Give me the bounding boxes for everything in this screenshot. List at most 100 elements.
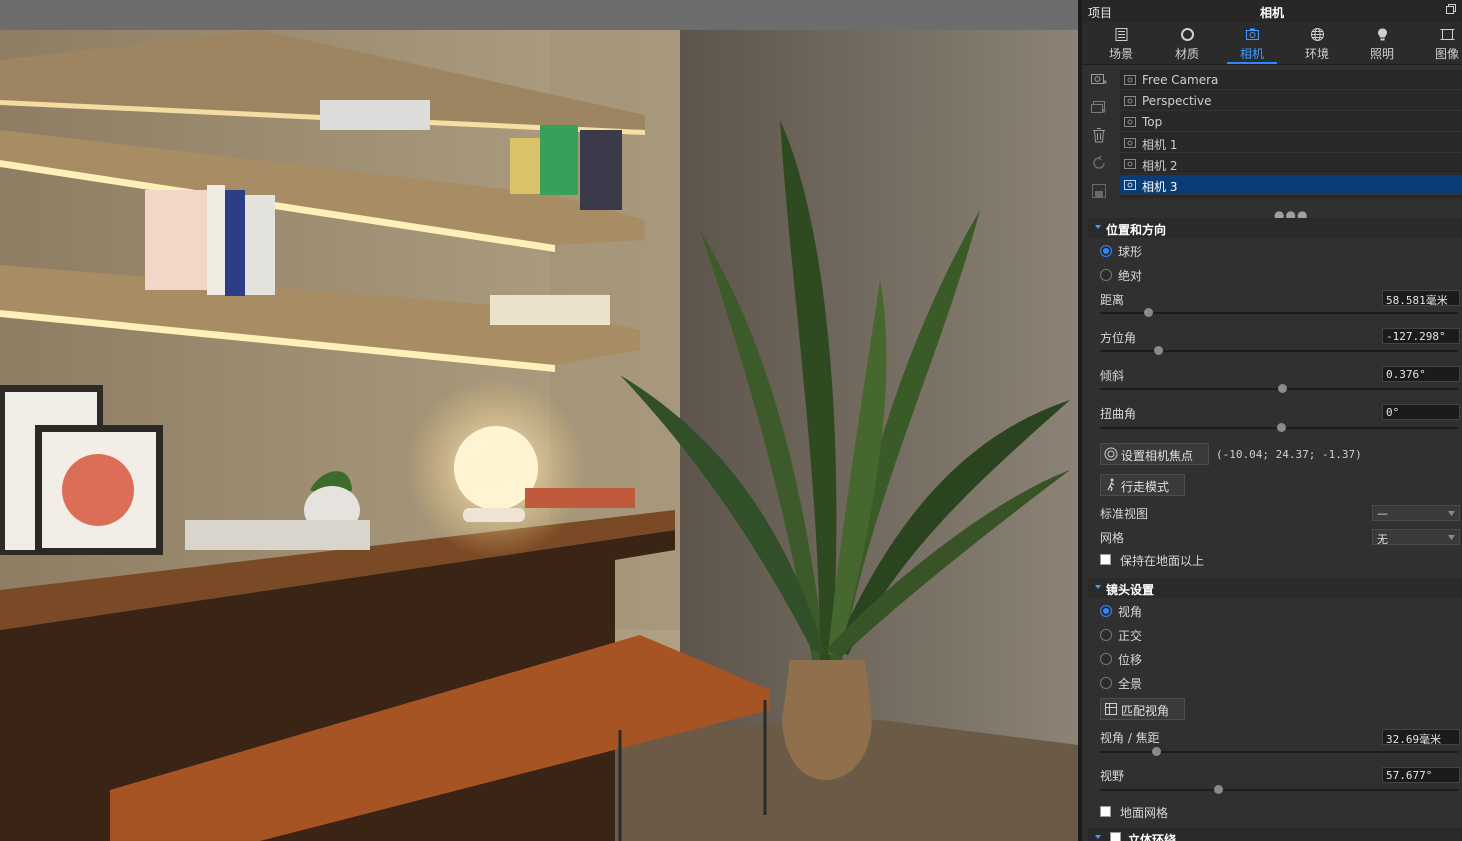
book-pink bbox=[145, 190, 207, 290]
distance-input[interactable]: 58.581毫米 bbox=[1382, 290, 1460, 306]
radio-spherical-label: 球形 bbox=[1118, 245, 1143, 259]
twist-input[interactable]: 0° bbox=[1382, 404, 1460, 420]
camera-item-free[interactable]: Free Camera bbox=[1120, 70, 1462, 90]
standard-view-label: 标准视图 bbox=[1100, 507, 1149, 521]
tilt-slider[interactable] bbox=[1100, 384, 1458, 394]
duplicate-camera-icon[interactable] bbox=[1090, 98, 1108, 116]
radio-dot bbox=[1100, 269, 1112, 281]
stereo-checkbox[interactable] bbox=[1110, 832, 1121, 841]
add-camera-icon[interactable] bbox=[1090, 70, 1108, 88]
field-of-view-slider[interactable] bbox=[1100, 785, 1458, 795]
book-stack-lower bbox=[490, 295, 610, 325]
camera-item-2[interactable]: 相机 2 bbox=[1120, 154, 1462, 174]
radio-panorama-label: 全景 bbox=[1118, 677, 1143, 691]
checkbox-box bbox=[1100, 806, 1111, 817]
checkbox-box bbox=[1100, 554, 1111, 565]
restore-window-icon[interactable] bbox=[1446, 4, 1456, 14]
chevron-down-icon bbox=[1095, 835, 1101, 839]
twist-label: 扭曲角 bbox=[1100, 407, 1137, 421]
desk-book-red bbox=[525, 488, 635, 508]
section-stereo-header[interactable]: 立体环绕 bbox=[1088, 828, 1462, 841]
chevron-down-icon bbox=[1095, 585, 1101, 589]
panel-tabs: 场景 材质 相机 环境 照明 图像 bbox=[1082, 22, 1462, 65]
walk-mode-button[interactable]: 行走模式 bbox=[1100, 474, 1185, 496]
book-stack-top bbox=[320, 100, 430, 130]
camera-list: Free Camera Perspective Top 相机 1 相机 2 相机… bbox=[1120, 70, 1462, 198]
walk-icon bbox=[1107, 478, 1115, 492]
tab-image[interactable]: 图像 bbox=[1416, 22, 1462, 64]
tab-camera-label: 相机 bbox=[1239, 47, 1264, 61]
slider-thumb[interactable] bbox=[1154, 346, 1163, 355]
save-camera-icon[interactable] bbox=[1090, 182, 1108, 200]
camera-item-3[interactable]: 相机 3 bbox=[1120, 175, 1462, 195]
tab-material-label: 材质 bbox=[1174, 47, 1199, 61]
camera-item-icon bbox=[1124, 159, 1136, 169]
twist-slider[interactable] bbox=[1100, 423, 1458, 433]
camera-item-label: Perspective bbox=[1142, 94, 1212, 108]
camera-item-icon bbox=[1124, 117, 1136, 127]
tab-environment-label: 环境 bbox=[1304, 47, 1329, 61]
tilt-input[interactable]: 0.376° bbox=[1382, 366, 1460, 382]
focal-length-input[interactable]: 32.69毫米 bbox=[1382, 729, 1460, 745]
focus-coordinates: (-10.04; 24.37; -1.37) bbox=[1216, 448, 1362, 461]
image-icon bbox=[1440, 29, 1455, 40]
tab-lighting[interactable]: 照明 bbox=[1351, 22, 1413, 64]
app-window: 项目 相机 场景 材质 相机 环境 照明 图像 Free Camera Pers… bbox=[0, 0, 1462, 841]
radio-dot bbox=[1100, 653, 1112, 665]
slider-thumb[interactable] bbox=[1144, 308, 1153, 317]
tab-lighting-label: 照明 bbox=[1369, 47, 1394, 61]
focal-length-slider[interactable] bbox=[1100, 747, 1458, 757]
focal-length-label: 视角 / 焦距 bbox=[1100, 731, 1160, 745]
coral-art bbox=[62, 454, 134, 526]
azimuth-label: 方位角 bbox=[1100, 331, 1137, 345]
distance-slider[interactable] bbox=[1100, 308, 1458, 318]
rendered-scene[interactable] bbox=[0, 30, 1078, 841]
grid-value: 无 bbox=[1377, 533, 1388, 546]
grid-label: 网格 bbox=[1100, 531, 1125, 545]
match-perspective-button[interactable]: 匹配视角 bbox=[1100, 698, 1185, 720]
book-blue bbox=[225, 190, 245, 296]
reset-camera-icon[interactable] bbox=[1090, 154, 1108, 172]
camera-item-perspective[interactable]: Perspective bbox=[1120, 91, 1462, 111]
camera-item-icon bbox=[1124, 96, 1136, 106]
keep-above-ground-label: 保持在地面以上 bbox=[1120, 554, 1205, 568]
slider-thumb[interactable] bbox=[1278, 384, 1287, 393]
slider-thumb[interactable] bbox=[1277, 423, 1286, 432]
section-lens-header[interactable]: 镜头设置 bbox=[1088, 578, 1462, 598]
camera-item-label: 相机 1 bbox=[1142, 138, 1178, 152]
chevron-down-icon bbox=[1448, 511, 1455, 516]
radio-dot bbox=[1100, 245, 1112, 257]
tab-camera[interactable]: 相机 bbox=[1221, 22, 1283, 64]
set-camera-focus-label: 设置相机焦点 bbox=[1121, 449, 1194, 463]
distance-label: 距离 bbox=[1100, 293, 1125, 307]
tab-material[interactable]: 材质 bbox=[1156, 22, 1218, 64]
tab-scene-label: 场景 bbox=[1108, 47, 1133, 61]
section-position-title: 位置和方向 bbox=[1106, 223, 1167, 237]
field-of-view-label: 视野 bbox=[1100, 769, 1125, 783]
camera-item-top[interactable]: Top bbox=[1120, 112, 1462, 132]
book-grey bbox=[245, 195, 275, 295]
slider-thumb[interactable] bbox=[1214, 785, 1223, 794]
grid-dropdown[interactable]: 无 bbox=[1372, 529, 1460, 546]
radio-dot bbox=[1100, 605, 1112, 617]
azimuth-slider[interactable] bbox=[1100, 346, 1458, 356]
target-icon bbox=[1104, 447, 1118, 461]
walk-mode-label: 行走模式 bbox=[1121, 480, 1170, 494]
section-position-header[interactable]: 位置和方向 bbox=[1088, 218, 1462, 238]
tab-environment[interactable]: 环境 bbox=[1286, 22, 1348, 64]
slider-thumb[interactable] bbox=[1152, 747, 1161, 756]
azimuth-input[interactable]: -127.298° bbox=[1382, 328, 1460, 344]
tab-scene[interactable]: 场景 bbox=[1090, 22, 1152, 64]
book-green bbox=[540, 125, 578, 195]
field-of-view-input[interactable]: 57.677° bbox=[1382, 767, 1460, 783]
chevron-down-icon bbox=[1448, 535, 1455, 540]
standard-view-dropdown[interactable]: — bbox=[1372, 505, 1460, 521]
chevron-down-icon bbox=[1095, 225, 1101, 229]
delete-camera-icon[interactable] bbox=[1090, 126, 1108, 144]
render-viewport[interactable] bbox=[0, 0, 1078, 841]
set-camera-focus-button[interactable]: 设置相机焦点 bbox=[1100, 443, 1209, 465]
radio-absolute-label: 绝对 bbox=[1118, 269, 1143, 283]
camera-item-1[interactable]: 相机 1 bbox=[1120, 133, 1462, 153]
book-yellow bbox=[510, 138, 540, 194]
book-white bbox=[207, 185, 225, 295]
